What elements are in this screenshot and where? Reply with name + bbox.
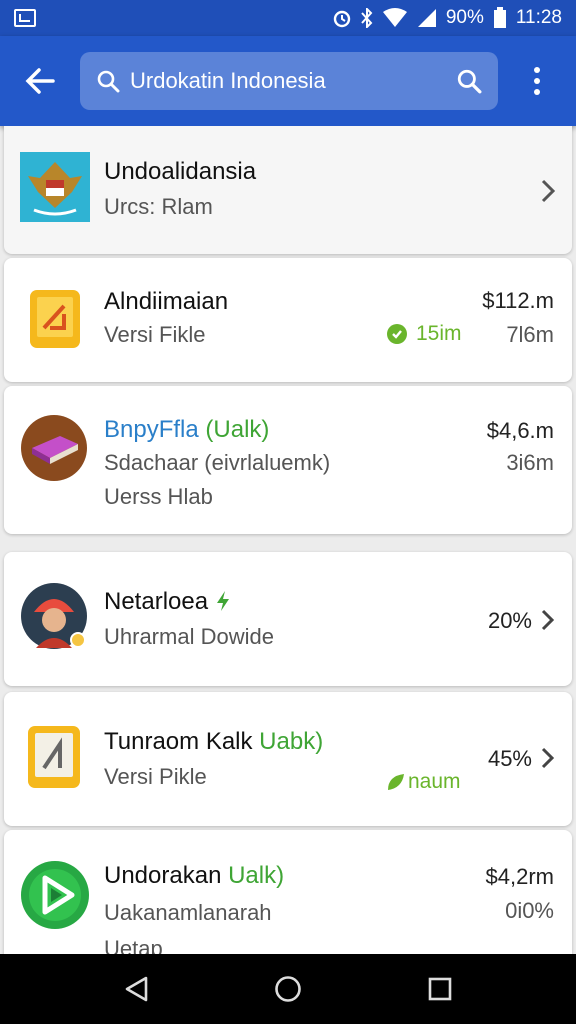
item-subtitle: Sdachaar (eivrlaluemk) <box>104 450 331 475</box>
circle-home-icon <box>275 976 301 1002</box>
item-title-highlight: Ualk) <box>228 862 285 889</box>
app-tablet-icon <box>20 722 90 792</box>
triangle-back-icon <box>125 976 148 1002</box>
results-list[interactable]: Undoalidansia Urcs: Rlam Alndiimaian Ver… <box>0 126 576 954</box>
signal-icon <box>417 9 436 27</box>
nav-recents-button[interactable] <box>410 959 470 1019</box>
search-submit-icon[interactable] <box>456 68 482 94</box>
overflow-menu-button[interactable] <box>498 36 576 126</box>
app-bar: Urdokatin Indonesia <box>0 36 576 126</box>
badge-label: naum <box>408 770 461 793</box>
back-button[interactable] <box>0 36 80 126</box>
item-size: 0i0% <box>505 898 554 923</box>
item-title-highlight: (Ualk) <box>205 416 270 443</box>
list-item[interactable]: Undoalidansia Urcs: Rlam <box>4 126 572 254</box>
item-title: Undoalidansia <box>104 158 257 185</box>
alarm-icon <box>333 10 351 28</box>
bluetooth-icon <box>361 8 373 28</box>
arrow-back-icon <box>25 68 55 94</box>
item-title: Tunraom Kalk Uabk) <box>104 728 324 755</box>
item-percent: 45% <box>487 746 532 771</box>
badge-label: 15im <box>416 322 462 345</box>
status-bar: 90% 11:28 <box>0 0 576 36</box>
item-title: Undorakan Ualk) <box>104 862 285 889</box>
wifi-icon <box>382 8 407 27</box>
app-tablet-icon <box>20 284 90 354</box>
battery-percent: 90% <box>445 7 484 28</box>
list-item[interactable]: Alndiimaian Versi Fikle $112.m 7l6m 15im <box>4 258 572 382</box>
list-item[interactable]: BnpyFfla (Ualk) Sdachaar (eivrlaluemk) U… <box>4 386 572 534</box>
book-icon <box>20 414 88 482</box>
square-recents-icon <box>428 977 452 1001</box>
item-size: 3i6m <box>506 450 554 475</box>
item-price: $112.m <box>482 288 554 313</box>
item-title-highlight: Uabk) <box>259 728 324 755</box>
nav-back-button[interactable] <box>106 959 166 1019</box>
item-subtitle: Versi Fikle <box>104 322 206 347</box>
item-title: Netarloea <box>104 588 231 616</box>
item-subtitle: Urcs: Rlam <box>104 194 213 219</box>
list-item[interactable]: Netarloea Uhrarmal Dowide 20% <box>4 552 572 686</box>
chevron-right-icon <box>541 747 555 769</box>
leaf-icon <box>388 774 404 790</box>
install-badge: 15im <box>386 322 462 346</box>
play-store-icon <box>20 860 90 930</box>
item-price: $4,6.m <box>486 418 554 443</box>
item-price: $4,2rm <box>485 864 554 889</box>
item-subtitle: Uhrarmal Dowide <box>104 624 274 649</box>
item-subtitle-2: Uetap <box>104 936 163 954</box>
item-subtitle: Uakanamlanarah <box>104 900 272 925</box>
install-badge: naum <box>386 770 461 794</box>
list-item[interactable]: Tunraom Kalk Uabk) Versi Pikle 45% naum <box>4 692 572 826</box>
item-title: Alndiimaian <box>104 288 229 315</box>
garuda-emblem-icon <box>20 152 90 222</box>
check-circle-icon <box>387 324 407 344</box>
search-input[interactable]: Urdokatin Indonesia <box>80 52 498 110</box>
clock: 11:28 <box>515 7 562 28</box>
item-subtitle-2: Uerss Hlab <box>104 484 213 509</box>
system-navigation-bar <box>0 954 576 1024</box>
verified-bolt-icon <box>216 591 229 611</box>
item-percent: 20% <box>487 608 532 633</box>
list-item[interactable]: Undorakan Ualk) Uakanamlanarah Uetap $4,… <box>4 830 572 954</box>
chevron-right-icon <box>541 179 556 203</box>
item-subtitle: Versi Pikle <box>104 764 207 789</box>
search-icon <box>97 70 120 93</box>
nav-home-button[interactable] <box>258 959 318 1019</box>
more-vert-icon <box>534 67 540 95</box>
search-query: Urdokatin Indonesia <box>130 68 326 93</box>
avatar <box>20 582 92 654</box>
battery-icon <box>493 7 506 28</box>
item-title: BnpyFfla (Ualk) <box>104 416 270 443</box>
chevron-right-icon <box>541 609 555 631</box>
gallery-notification-icon <box>14 9 36 27</box>
item-size: 7l6m <box>506 322 554 347</box>
